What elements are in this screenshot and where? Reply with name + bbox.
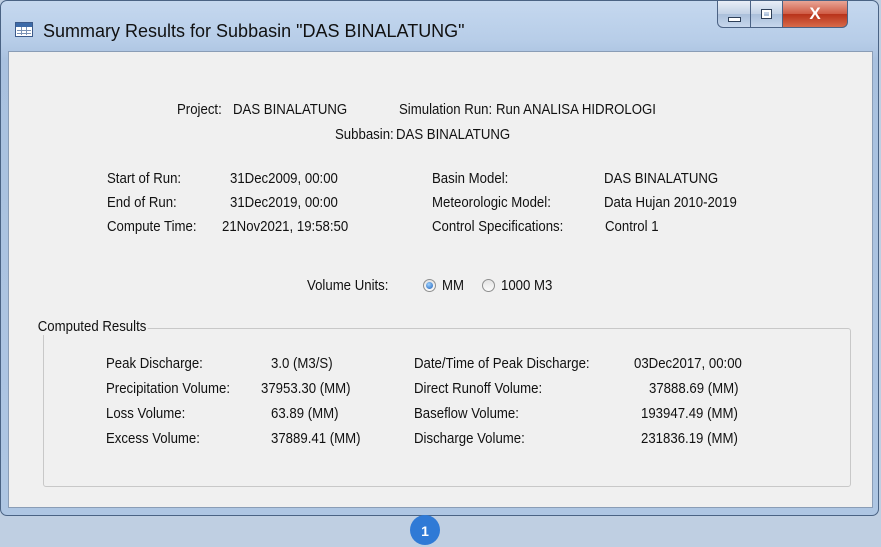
- project-label: Project:: [177, 101, 222, 118]
- excess-volume-label: Excess Volume:: [106, 430, 200, 447]
- loss-volume-value: 63.89 (MM): [271, 405, 339, 422]
- end-of-run-label: End of Run:: [107, 194, 177, 211]
- volume-units-mm-radio[interactable]: [423, 279, 436, 292]
- summary-results-window: Summary Results for Subbasin "DAS BINALA…: [0, 0, 879, 516]
- start-of-run-value: 31Dec2009, 00:00: [230, 170, 338, 187]
- window-title: Summary Results for Subbasin "DAS BINALA…: [43, 21, 465, 41]
- close-button[interactable]: X: [782, 1, 848, 28]
- precipitation-volume-value: 37953.30 (MM): [261, 380, 351, 397]
- maximize-button[interactable]: [750, 1, 783, 28]
- simulation-run-label: Simulation Run:: [399, 101, 493, 118]
- summary-panel: Project: DAS BINALATUNG Simulation Run: …: [8, 51, 873, 508]
- excess-volume-value: 37889.41 (MM): [271, 430, 361, 447]
- control-specifications-value: Control 1: [605, 218, 659, 235]
- title-bar[interactable]: Summary Results for Subbasin "DAS BINALA…: [1, 1, 878, 51]
- notification-badge: 1: [410, 515, 440, 545]
- subbasin-value: DAS BINALATUNG: [396, 126, 511, 143]
- loss-volume-label: Loss Volume:: [106, 405, 186, 422]
- precipitation-volume-label: Precipitation Volume:: [106, 380, 231, 397]
- basin-model-value: DAS BINALATUNG: [604, 170, 719, 187]
- baseflow-volume-value: 193947.49 (MM): [641, 405, 738, 422]
- volume-units-1000m3-label[interactable]: 1000 M3: [501, 277, 552, 294]
- volume-units-label: Volume Units:: [307, 277, 389, 294]
- discharge-volume-label: Discharge Volume:: [414, 430, 525, 447]
- direct-runoff-volume-value: 37888.69 (MM): [649, 380, 739, 397]
- subbasin-label: Subbasin:: [335, 126, 394, 143]
- peak-discharge-label: Peak Discharge:: [106, 355, 203, 372]
- start-of-run-label: Start of Run:: [107, 170, 182, 187]
- peak-discharge-datetime-value: 03Dec2017, 00:00: [634, 355, 742, 372]
- end-of-run-value: 31Dec2019, 00:00: [230, 194, 338, 211]
- minimize-button[interactable]: [717, 1, 751, 28]
- meteorologic-model-value: Data Hujan 2010-2019: [604, 194, 737, 211]
- close-icon: X: [809, 4, 821, 23]
- maximize-icon: [761, 9, 772, 19]
- peak-discharge-datetime-label: Date/Time of Peak Discharge:: [414, 355, 590, 372]
- minimize-icon: [727, 16, 741, 22]
- compute-time-value: 21Nov2021, 19:58:50: [222, 218, 349, 235]
- baseflow-volume-label: Baseflow Volume:: [414, 405, 519, 422]
- control-specifications-label: Control Specifications:: [432, 218, 564, 235]
- discharge-volume-value: 231836.19 (MM): [641, 430, 738, 447]
- volume-units-1000m3-radio[interactable]: [482, 279, 495, 292]
- compute-time-label: Compute Time:: [107, 218, 197, 235]
- simulation-run-value: Run ANALISA HIDROLOGI: [496, 101, 656, 118]
- basin-model-label: Basin Model:: [432, 170, 509, 187]
- computed-results-title: Computed Results: [36, 318, 149, 335]
- peak-discharge-value: 3.0 (M3/S): [271, 355, 333, 372]
- meteorologic-model-label: Meteorologic Model:: [432, 194, 551, 211]
- table-icon: [15, 22, 33, 37]
- project-value: DAS BINALATUNG: [233, 101, 348, 118]
- direct-runoff-volume-label: Direct Runoff Volume:: [414, 380, 543, 397]
- volume-units-mm-label[interactable]: MM: [442, 277, 464, 294]
